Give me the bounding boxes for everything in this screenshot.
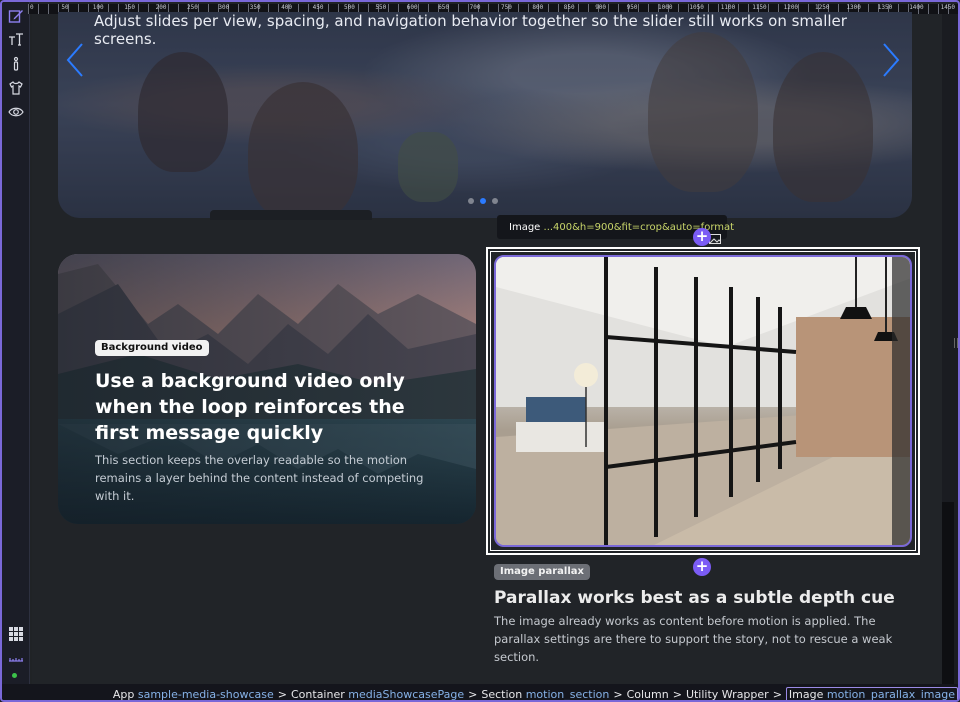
ruler-label: 1350 — [877, 4, 893, 11]
breadcrumb-type: Utility Wrapper — [685, 688, 769, 701]
breadcrumb: App sample-media-showcase > Container medi… — [112, 687, 958, 701]
office-corridor-photo — [496, 257, 910, 545]
breadcrumb-separator: > — [672, 688, 682, 701]
breadcrumb-item[interactable]: Image motion_parallax_image — [785, 687, 958, 701]
left-toolbar — [2, 2, 30, 700]
ruler-label: 800 — [532, 4, 544, 11]
ruler-label: 650 — [438, 4, 450, 11]
breadcrumb-name: sample-media-showcase — [134, 688, 274, 701]
motion-parallax-image[interactable] — [494, 255, 912, 547]
ruler-label: 500 — [344, 4, 355, 11]
add-element-below-button[interactable]: + — [693, 558, 711, 576]
hero-tab — [210, 210, 372, 220]
typography-icon[interactable] — [6, 30, 26, 50]
ruler-label: 950 — [626, 4, 638, 11]
chevron-left-icon — [66, 43, 83, 77]
breadcrumb-name: mediaShowcasePage — [344, 688, 465, 701]
ruler-label: 1400 — [909, 4, 924, 11]
ruler-label: 850 — [563, 4, 575, 11]
breadcrumb-type: Image — [788, 688, 824, 701]
chevron-right-icon — [883, 43, 900, 77]
breadcrumb-separator: > — [277, 688, 287, 701]
ruler-label: 50 — [61, 4, 69, 11]
breadcrumb-separator: > — [613, 688, 623, 701]
video-section-title: Use a background video only when the loo… — [95, 370, 405, 444]
background-video-badge: Background video — [95, 340, 209, 356]
ruler-label: 300 — [218, 4, 230, 11]
scrollbar[interactable] — [942, 502, 954, 684]
breadcrumb-name: motion_section — [522, 688, 610, 701]
ruler-label: 750 — [501, 4, 512, 11]
hero-slider[interactable]: Adjust slides per view, spacing, and nav… — [58, 12, 912, 218]
slider-dot[interactable] — [468, 198, 474, 204]
info-icon[interactable] — [6, 54, 26, 74]
breadcrumb-separator: > — [468, 688, 478, 701]
image-toolbar-label: Image — [509, 221, 541, 233]
breadcrumb-type: Section — [481, 688, 523, 701]
breadcrumb-type: Column — [626, 688, 669, 701]
slider-pagination — [468, 198, 498, 204]
ruler-label: 1200 — [783, 4, 799, 11]
breadcrumb-bar: App sample-media-showcase > Container medi… — [2, 684, 958, 701]
ruler-label: 1000 — [658, 4, 673, 11]
ruler-icon[interactable] — [6, 648, 26, 668]
ruler-label: 900 — [595, 4, 607, 11]
slider-prev-button[interactable] — [62, 42, 88, 78]
selected-image-outline — [486, 247, 920, 555]
breadcrumb-item[interactable]: Utility Wrapper — [685, 688, 769, 701]
ruler-label: 1300 — [846, 4, 861, 11]
parallax-section-text: The image already works as content befor… — [494, 614, 893, 664]
breadcrumb-separator: > — [772, 688, 782, 701]
edit-icon[interactable] — [6, 6, 26, 26]
ruler-label: 100 — [92, 4, 104, 11]
hero-caption: Adjust slides per view, spacing, and nav… — [94, 12, 847, 48]
ruler-label: 350 — [249, 4, 261, 11]
slider-dot[interactable] — [492, 198, 498, 204]
ruler-label: 150 — [124, 4, 136, 11]
breadcrumb-item[interactable]: Column — [626, 688, 669, 701]
breadcrumb-item[interactable]: Container mediaShowcasePage — [291, 688, 465, 701]
ruler-label: 1150 — [752, 4, 767, 11]
page-canvas: Adjust slides per view, spacing, and nav… — [32, 12, 942, 684]
slider-next-button[interactable] — [878, 42, 904, 78]
ruler-label: 1450 — [940, 4, 956, 11]
parallax-section-title: Parallax works best as a subtle depth cu… — [494, 588, 895, 608]
shirt-icon[interactable] — [6, 78, 26, 98]
breadcrumb-type: App — [112, 688, 135, 701]
ruler-label: 1100 — [720, 4, 736, 11]
breadcrumb-item[interactable]: App sample-media-showcase — [112, 688, 274, 701]
ruler-label: 550 — [375, 4, 387, 11]
breadcrumb-item[interactable]: Section motion_section — [481, 688, 610, 701]
ruler-label: 600 — [406, 4, 418, 11]
grid-icon[interactable] — [6, 624, 26, 644]
breadcrumb-type: Container — [291, 688, 345, 701]
ruler-label: 450 — [312, 4, 324, 11]
ruler-label: 400 — [281, 4, 293, 11]
ruler-label: 1250 — [815, 4, 830, 11]
ruler-label: 0 — [30, 4, 34, 11]
ruler-label: 700 — [469, 4, 481, 11]
status-indicator — [12, 673, 17, 678]
ruler-label: 250 — [187, 4, 198, 11]
resize-handle[interactable] — [954, 338, 958, 348]
slider-dot[interactable] — [480, 198, 486, 204]
ruler-label: 200 — [155, 4, 167, 11]
ruler-label: 1050 — [689, 4, 704, 11]
breadcrumb-name: motion_parallax_image — [823, 688, 955, 701]
add-element-above-button[interactable]: + — [693, 228, 711, 246]
eye-icon[interactable] — [6, 102, 26, 122]
editor-frame: 0 50 100 150 200 250 300 350 400 450 500 550 600 650 7… — [0, 0, 960, 702]
image-parallax-badge: Image parallax — [494, 564, 590, 580]
video-section-text: This section keeps the overlay readable … — [95, 453, 424, 503]
